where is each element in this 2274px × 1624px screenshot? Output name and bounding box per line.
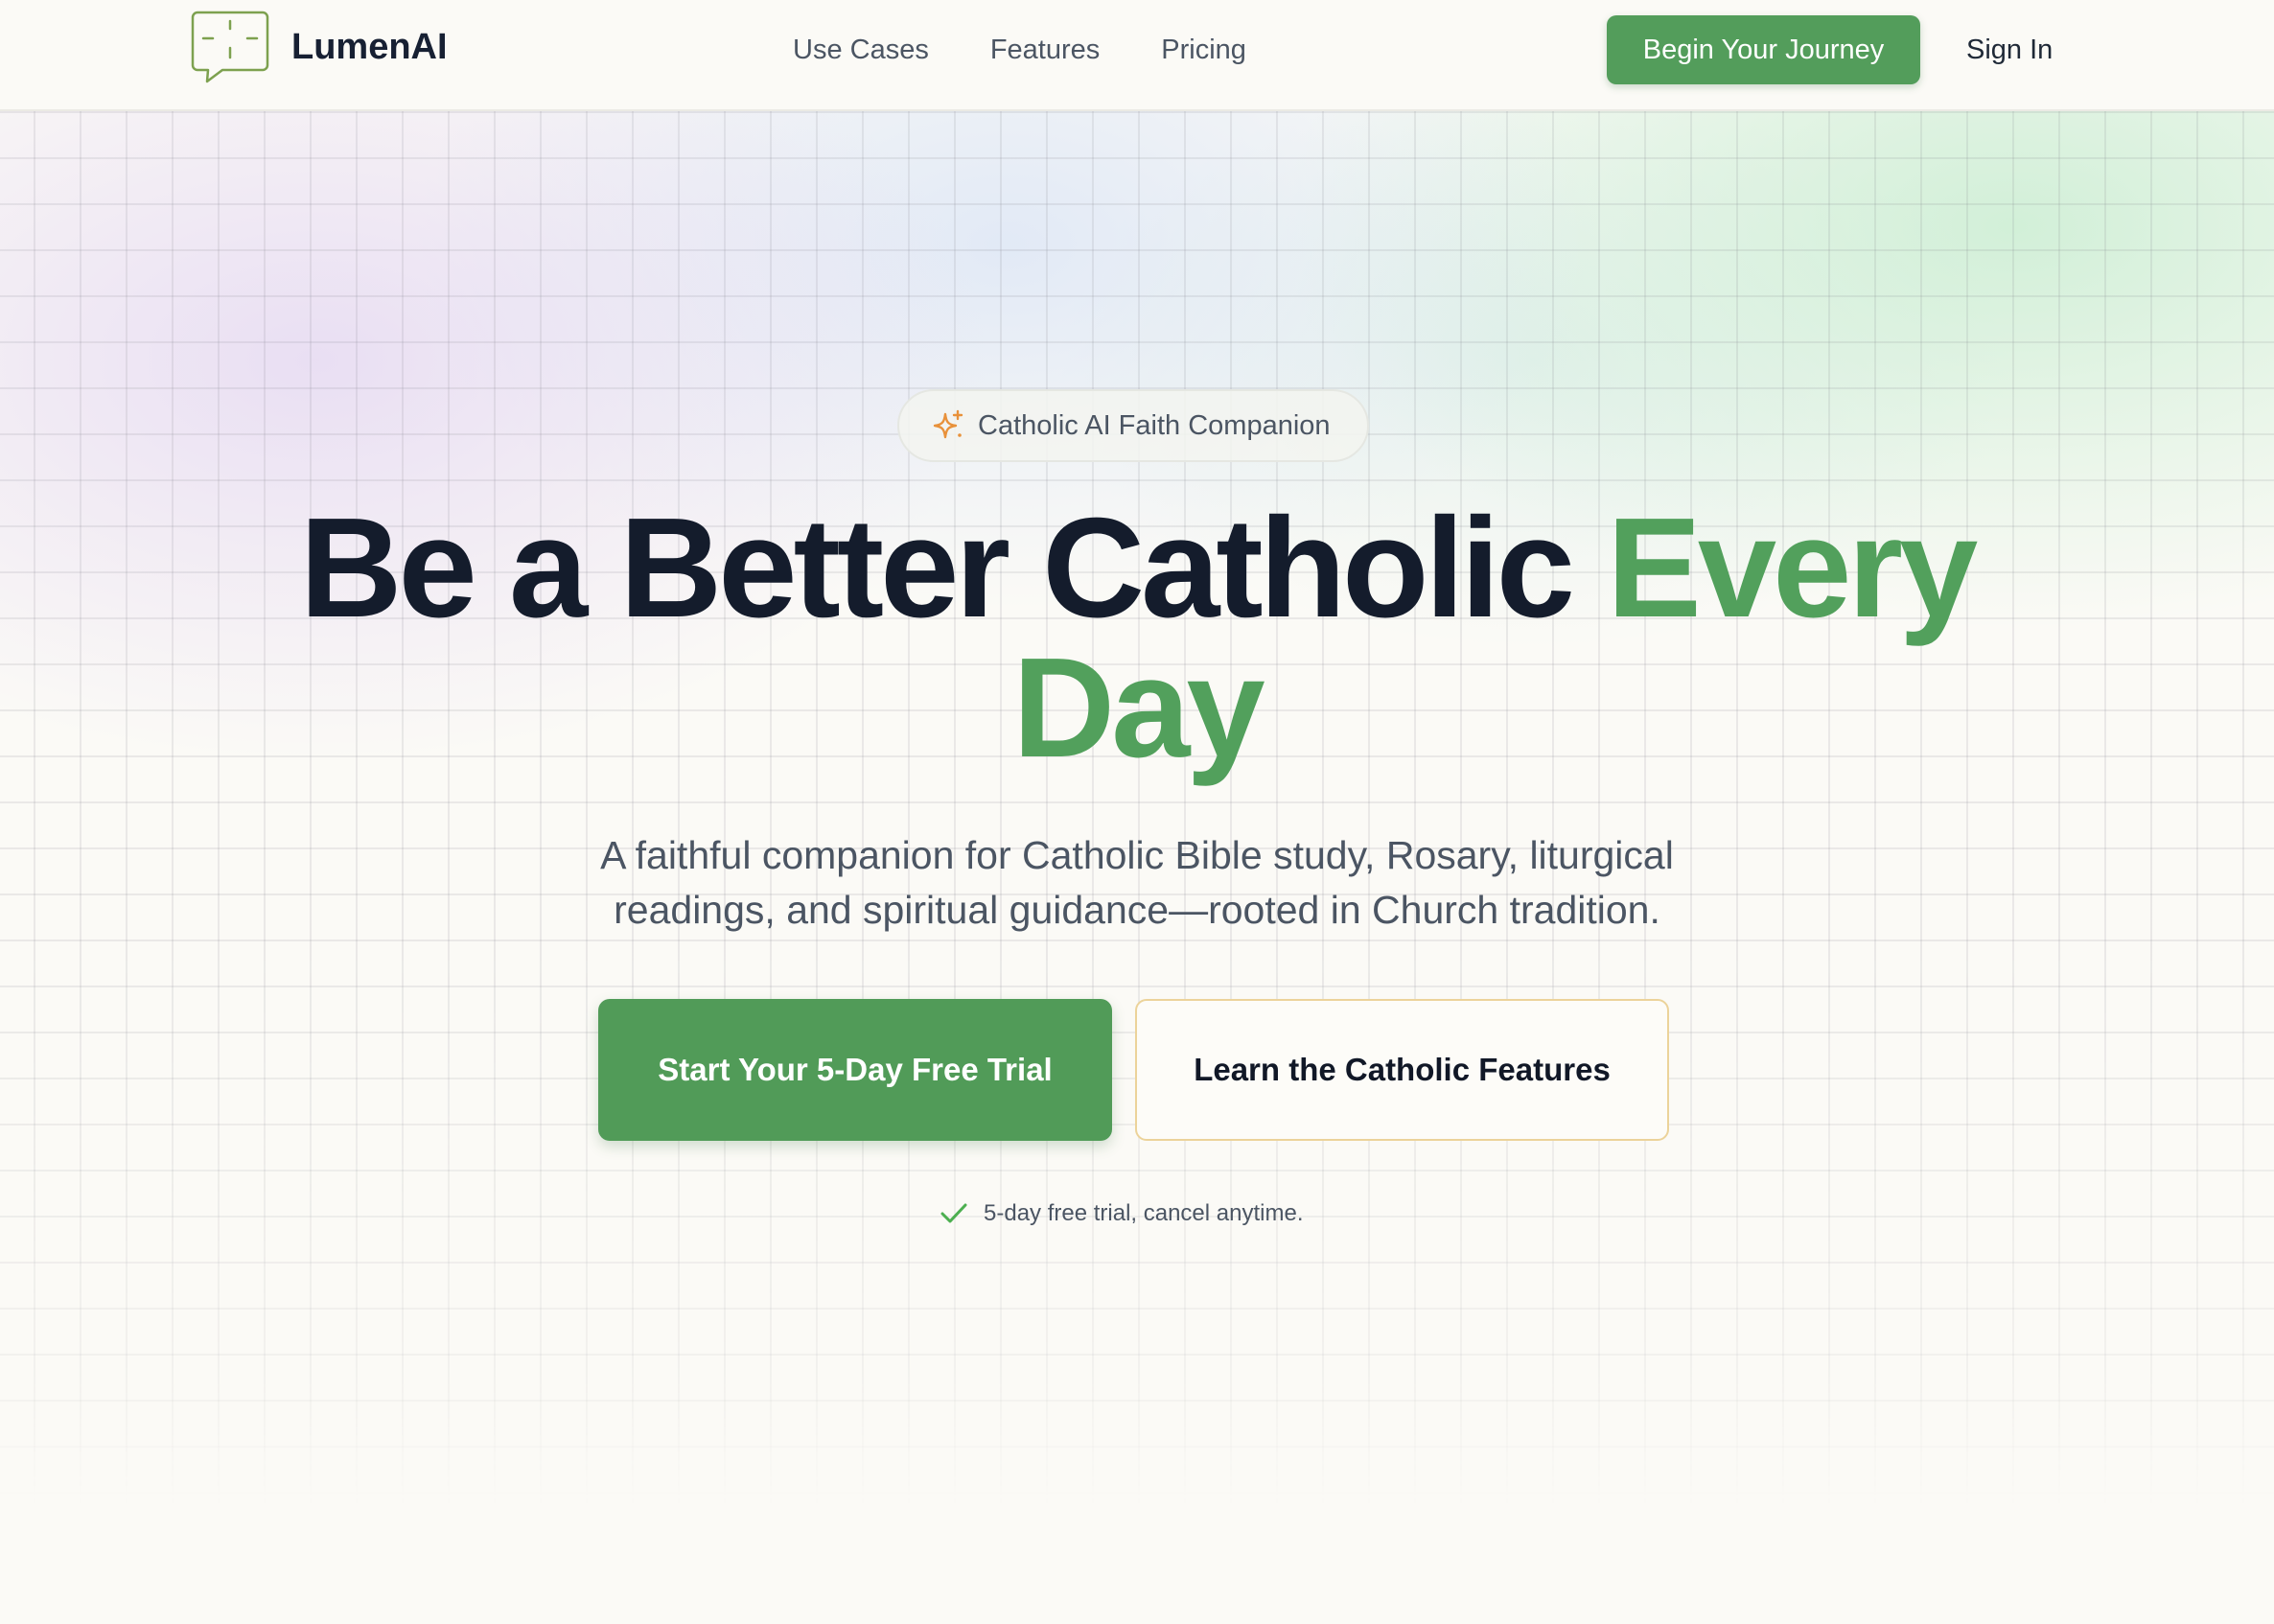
badge-text: Catholic AI Faith Companion [978,409,1331,441]
headline-accent-every: Every [1607,489,1978,647]
begin-journey-button[interactable]: Begin Your Journey [1607,15,1920,84]
nav-item-features[interactable]: Features [990,29,1100,71]
hero-subtitle: A faithful companion for Catholic Bible … [600,833,1674,932]
nav-item-use-cases[interactable]: Use Cases [793,29,929,71]
landing-page: LumenAI Use Cases Features Pricing Begin… [0,0,2274,1624]
hero-badge: Catholic AI Faith Companion [897,389,1369,462]
sign-in-link[interactable]: Sign In [1966,29,2053,71]
sparkle-icon [899,409,964,442]
trial-note: 5-day free trial, cancel anytime. [940,1200,1303,1227]
learn-features-button[interactable]: Learn the Catholic Features [1135,999,1669,1141]
hero-grid-pattern [0,111,2274,1507]
hero-headline: Be a Better Catholic Every Day [0,498,2274,779]
headline-main-text: Be a Better Catholic [299,489,1608,647]
headline-accent-day: Day [1012,629,1265,787]
brand-name: LumenAI [291,26,448,67]
trial-note-text: 5-day free trial, cancel anytime. [984,1200,1304,1226]
main-nav: Use Cases Features Pricing [793,29,1246,71]
start-free-trial-button[interactable]: Start Your 5-Day Free Trial [598,999,1112,1141]
check-icon [940,1202,968,1225]
top-navigation-bar: LumenAI Use Cases Features Pricing Begin… [0,0,2274,111]
nav-item-pricing[interactable]: Pricing [1161,29,1246,71]
chat-bubble-crosshair-icon [190,10,270,84]
brand-logo-link[interactable]: LumenAI [190,10,448,84]
